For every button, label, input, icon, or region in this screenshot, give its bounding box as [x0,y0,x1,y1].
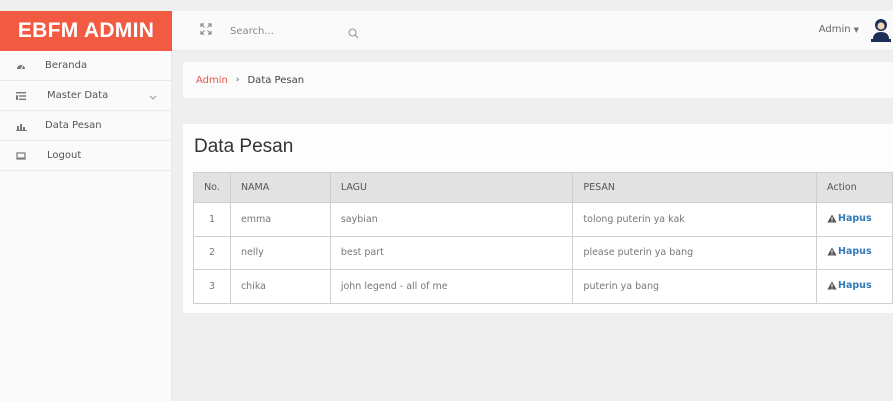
table-header-row: No. NAMA LAGU PESAN Action [193,172,893,203]
hapus-button[interactable]: Hapus [827,246,872,257]
cell-action: Hapus [816,269,893,304]
sidebar-item-beranda[interactable]: Beranda [0,51,171,81]
sidebar-item-master-data[interactable]: Master Data [0,81,171,111]
cell-action: Hapus [816,235,893,270]
sidebar-item-label: Beranda [45,60,88,71]
sidebar: Beranda Master Data Data Pesan Logout [0,51,172,401]
brand-logo[interactable]: EBFM ADMIN [0,11,172,51]
user-menu[interactable]: Admin ▼ [819,24,859,35]
warning-icon [827,214,837,223]
table-row: 3 chika john legend - all of me puterin … [193,269,893,304]
expand-icon[interactable] [199,23,213,37]
breadcrumb: Admin › Data Pesan [183,62,893,98]
admin-avatar-icon[interactable] [871,17,891,43]
breadcrumb-separator: › [235,75,240,85]
column-header-action: Action [816,172,893,203]
breadcrumb-link-admin[interactable]: Admin [196,75,228,86]
hapus-label: Hapus [838,212,872,224]
caret-down-icon: ▼ [853,25,859,34]
dashboard-icon [16,61,26,71]
breadcrumb-current: Data Pesan [247,74,305,86]
table-row: 1 emma saybian tolong puterin ya kak Hap… [193,202,893,237]
search-icon[interactable] [348,24,360,39]
sidebar-item-label: Master Data [47,90,109,101]
cell-lagu: saybian [329,202,574,237]
cell-no: 1 [193,202,231,237]
hapus-button[interactable]: Hapus [827,213,872,224]
chart-icon [16,121,27,131]
warning-icon [827,247,837,256]
cell-pesan: puterin ya bang [572,269,818,304]
hapus-button[interactable]: Hapus [827,280,872,291]
cell-lagu: john legend - all of me [329,269,574,304]
warning-icon [827,281,837,290]
sidebar-item-logout[interactable]: Logout [0,141,171,171]
top-navbar: Admin ▼ [172,11,893,51]
user-menu-label: Admin [818,24,851,35]
search-input[interactable] [230,21,350,41]
sidebar-item-label: Logout [47,150,82,161]
logout-icon [16,151,26,161]
cell-no: 2 [193,235,231,270]
column-header-nama: NAMA [229,172,331,203]
hapus-label: Hapus [838,246,872,258]
cell-lagu: best part [329,235,574,270]
messages-table: No. NAMA LAGU PESAN Action 1 emma saybia… [193,172,893,304]
cell-pesan: please puterin ya bang [572,235,818,270]
hapus-label: Hapus [838,279,872,291]
cell-action: Hapus [816,202,893,237]
sidebar-item-label: Data Pesan [45,120,102,131]
column-header-no: No. [193,172,231,203]
data-pesan-card: Data Pesan No. NAMA LAGU PESAN Action 1 … [183,124,893,313]
column-header-lagu: LAGU [329,172,574,203]
cell-nama: chika [229,269,331,304]
table-row: 2 nelly best part please puterin ya bang… [193,235,893,270]
sidebar-item-data-pesan[interactable]: Data Pesan [0,111,171,141]
list-icon [16,91,26,101]
cell-nama: nelly [229,235,331,270]
cell-pesan: tolong puterin ya kak [572,202,818,237]
page-title: Data Pesan [194,136,294,157]
column-header-pesan: PESAN [572,172,818,203]
cell-no: 3 [193,269,231,304]
chevron-down-icon [149,93,157,100]
cell-nama: emma [229,202,331,237]
